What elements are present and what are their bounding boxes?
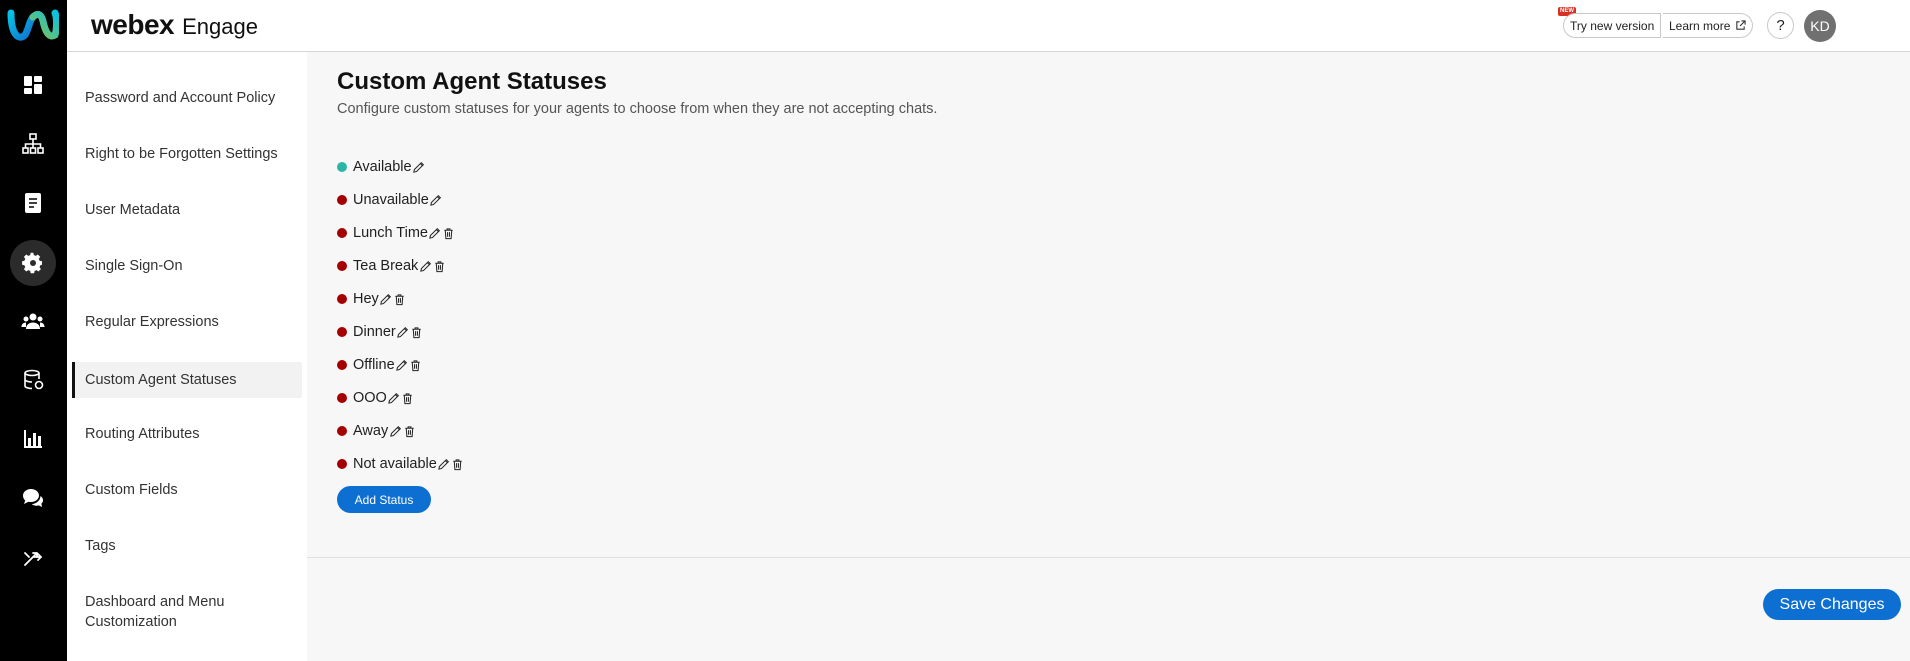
sidebar-item-label: Custom Fields (85, 482, 178, 498)
delete-icon[interactable] (409, 357, 423, 373)
status-row: Hey (337, 289, 407, 309)
status-label: Offline (353, 357, 395, 373)
status-color-dot (337, 294, 347, 304)
sidebar-item-label: Password and Account Policy (85, 90, 276, 106)
delete-icon[interactable] (451, 456, 465, 472)
edit-icon[interactable] (418, 258, 432, 274)
document-icon[interactable] (10, 180, 56, 226)
delete-icon[interactable] (410, 324, 424, 340)
sidebar-item-label: Tags (85, 538, 116, 554)
status-row: Away (337, 421, 416, 441)
page-subtitle: Configure custom statuses for your agent… (337, 101, 938, 117)
edit-icon[interactable] (428, 225, 442, 241)
status-label: Unavailable (353, 192, 429, 208)
status-row: Tea Break (337, 256, 446, 276)
sidebar-item-tags[interactable]: Tags (72, 528, 302, 564)
sidebar-item-label: Custom Agent Statuses (85, 372, 237, 388)
settings-sidebar: Password and Account Policy Right to be … (67, 52, 307, 661)
learn-more-label: Learn more (1669, 18, 1731, 33)
save-changes-button[interactable]: Save Changes (1763, 589, 1901, 620)
status-row: Unavailable (337, 190, 443, 210)
sidebar-item-custom-fields[interactable]: Custom Fields (72, 472, 302, 508)
bar-chart-icon[interactable] (10, 416, 56, 462)
delete-icon[interactable] (401, 390, 415, 406)
product-name: Engage (182, 14, 258, 39)
webex-logo[interactable] (7, 5, 59, 45)
status-row: Offline (337, 355, 423, 375)
brand-name: webex (91, 9, 175, 40)
status-label: Tea Break (353, 258, 419, 274)
status-row: OOO (337, 388, 415, 408)
sidebar-item-dashboard-menu-customization[interactable]: Dashboard and Menu Customization (72, 590, 302, 634)
status-color-dot (337, 162, 347, 172)
edit-icon[interactable] (379, 291, 393, 307)
delete-icon[interactable] (402, 423, 416, 439)
sidebar-item-regular-expressions[interactable]: Regular Expressions (72, 304, 302, 340)
edit-icon[interactable] (437, 456, 451, 472)
main-content: Custom Agent Statuses Configure custom s… (307, 52, 1910, 661)
status-label: Hey (353, 291, 379, 307)
help-button[interactable]: ? (1767, 12, 1794, 39)
status-color-dot (337, 393, 347, 403)
status-row: Dinner (337, 322, 424, 342)
sidebar-item-user-metadata[interactable]: User Metadata (72, 192, 302, 228)
status-label: OOO (353, 390, 387, 406)
status-label: Dinner (353, 324, 396, 340)
status-color-dot (337, 261, 347, 271)
sidebar-item-label: User Metadata (85, 202, 181, 218)
learn-more-button[interactable]: Learn more (1663, 13, 1754, 38)
status-color-dot (337, 459, 347, 469)
avatar-initials: KD (1810, 18, 1830, 34)
brand: webex Engage (91, 9, 258, 41)
sidebar-item-password-policy[interactable]: Password and Account Policy (72, 80, 302, 116)
sidebar-item-custom-agent-statuses[interactable]: Custom Agent Statuses (72, 362, 302, 398)
chat-icon[interactable] (10, 475, 56, 521)
status-label: Lunch Time (353, 225, 428, 241)
sidebar-item-label: Right to be Forgotten Settings (85, 146, 278, 162)
status-label: Not available (353, 456, 437, 472)
sidebar-item-right-to-be-forgotten[interactable]: Right to be Forgotten Settings (72, 136, 302, 172)
edit-icon[interactable] (429, 192, 443, 208)
status-color-dot (337, 360, 347, 370)
page-title: Custom Agent Statuses (337, 68, 607, 95)
status-row: Lunch Time (337, 223, 456, 243)
sidebar-item-label: Single Sign-On (85, 258, 183, 274)
avatar[interactable]: KD (1804, 10, 1836, 42)
sidebar-item-label: Routing Attributes (85, 426, 200, 442)
try-new-version-label: Try new version (1570, 18, 1655, 33)
add-status-button[interactable]: Add Status (337, 486, 431, 513)
routing-icon[interactable] (10, 534, 56, 580)
help-icon: ? (1776, 17, 1785, 34)
sidebar-item-routing-attributes[interactable]: Routing Attributes (72, 416, 302, 452)
try-new-version-button[interactable]: Try new version (1563, 13, 1662, 38)
external-link-icon (1736, 20, 1747, 30)
database-icon[interactable] (10, 357, 56, 403)
edit-icon[interactable] (388, 423, 402, 439)
edit-icon[interactable] (412, 159, 426, 175)
org-chart-icon[interactable] (10, 121, 56, 167)
edit-icon[interactable] (396, 324, 410, 340)
edit-icon[interactable] (387, 390, 401, 406)
edit-icon[interactable] (395, 357, 409, 373)
status-color-dot (337, 327, 347, 337)
status-color-dot (337, 228, 347, 238)
delete-icon[interactable] (432, 258, 446, 274)
status-row: Not available (337, 454, 465, 474)
sidebar-item-label: Regular Expressions (85, 314, 219, 330)
delete-icon[interactable] (393, 291, 407, 307)
status-row: Available (337, 157, 426, 177)
dashboard-icon[interactable] (10, 62, 56, 108)
status-label: Away (353, 423, 389, 439)
team-icon[interactable] (10, 298, 56, 344)
sidebar-item-label: Dashboard and Menu Customization (85, 594, 225, 630)
gear-icon[interactable] (10, 240, 56, 286)
status-color-dot (337, 426, 347, 436)
status-color-dot (337, 195, 347, 205)
status-label: Available (353, 159, 412, 175)
app-rail (0, 0, 67, 661)
divider (307, 557, 1910, 558)
delete-icon[interactable] (442, 225, 456, 241)
sidebar-item-single-sign-on[interactable]: Single Sign-On (72, 248, 302, 284)
